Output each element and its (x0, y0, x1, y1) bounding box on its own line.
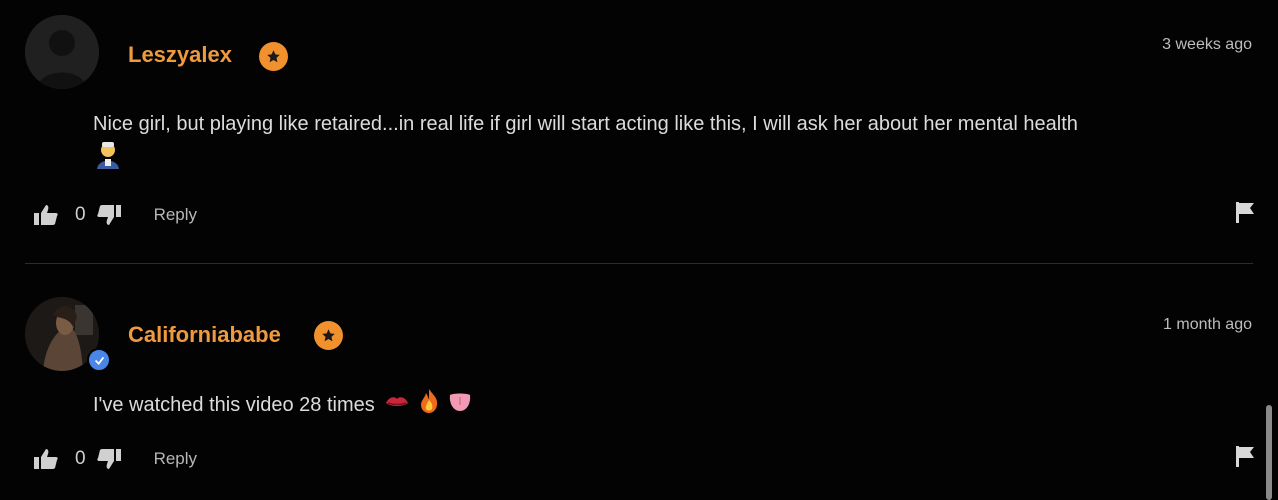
star-badge-icon (314, 321, 343, 350)
reply-button[interactable]: Reply (154, 205, 197, 225)
comment-text-line: I've watched this video 28 times (93, 393, 375, 416)
flag-icon[interactable] (1234, 445, 1256, 467)
health-worker-emoji (93, 139, 123, 178)
verified-check-icon (87, 348, 111, 372)
like-count: 0 (75, 204, 86, 225)
kiss-mark-emoji (384, 389, 410, 422)
comment-text: I've watched this video 28 times (93, 388, 473, 423)
thumbs-down-icon[interactable] (96, 448, 122, 470)
comment-actions: 0 Reply (33, 446, 197, 472)
avatar[interactable] (25, 15, 99, 89)
star-badge-icon (259, 42, 288, 71)
comment-actions: 0 Reply (33, 202, 197, 228)
like-count: 0 (75, 448, 86, 469)
username[interactable]: Californiababe (128, 322, 281, 348)
flag-icon[interactable] (1234, 201, 1256, 223)
thumbs-up-icon[interactable] (33, 204, 59, 226)
comment-text: Nice girl, but playing like retaired...i… (93, 109, 1253, 178)
timestamp: 3 weeks ago (1162, 36, 1252, 53)
comment-item: Californiababe 1 month ago I've watched … (0, 264, 1278, 500)
comment-item: Leszyalex 3 weeks ago Nice girl, but pla… (0, 0, 1278, 263)
thumbs-up-icon[interactable] (33, 448, 59, 470)
reply-button[interactable]: Reply (154, 449, 197, 469)
comment-text-line: Nice girl, but playing like retaired...i… (93, 113, 1078, 135)
timestamp: 1 month ago (1163, 316, 1252, 333)
scrollbar[interactable] (1266, 405, 1272, 500)
thumbs-down-icon[interactable] (96, 204, 122, 226)
username[interactable]: Leszyalex (128, 42, 232, 68)
default-user-icon (25, 15, 99, 89)
fire-emoji (416, 388, 442, 423)
tongue-emoji (447, 389, 473, 422)
